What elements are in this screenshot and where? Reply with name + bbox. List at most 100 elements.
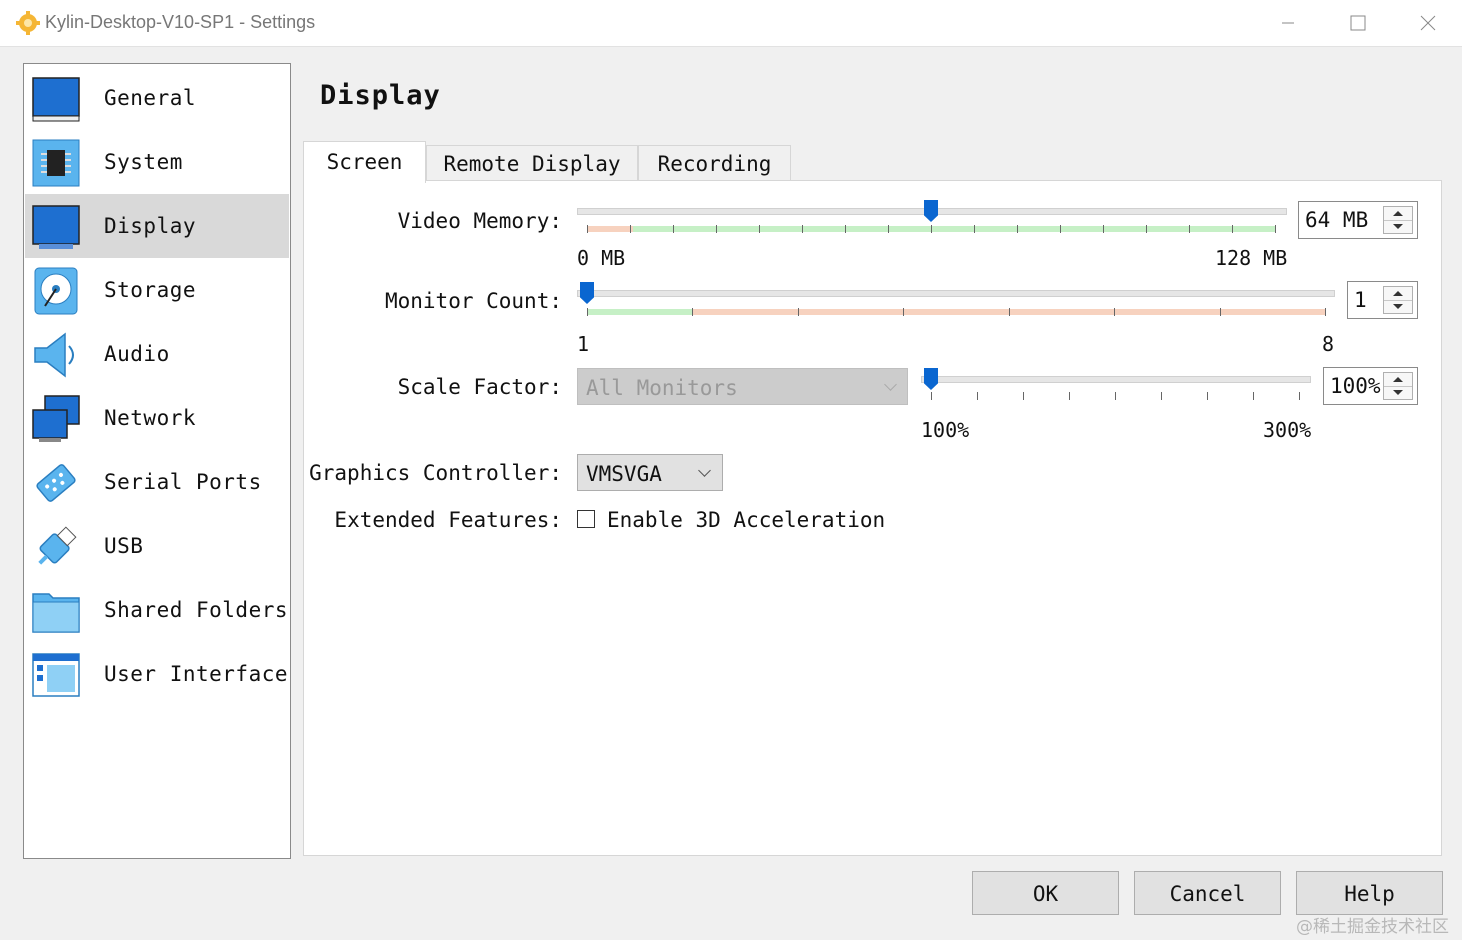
scale-factor-value: 100% — [1330, 374, 1381, 398]
sidebar-item-audio[interactable]: Audio — [25, 322, 289, 386]
arrow-up-icon — [1393, 211, 1403, 216]
user-interface-icon — [32, 653, 80, 697]
sidebar-item-label: Shared Folders — [104, 598, 289, 622]
video-memory-increase-button[interactable] — [1384, 207, 1412, 221]
minimize-icon[interactable] — [1268, 8, 1308, 38]
arrow-down-icon — [1393, 304, 1403, 309]
slider-tick — [1232, 225, 1233, 233]
slider-tick — [1069, 392, 1070, 400]
slider-tick — [1253, 392, 1254, 400]
video-memory-spinbox[interactable]: 64 MB — [1298, 201, 1418, 239]
sidebar-item-label: USB — [104, 534, 144, 558]
monitor-count-spinbox[interactable]: 1 — [1347, 281, 1418, 319]
sidebar-item-serial-ports[interactable]: Serial Ports — [25, 450, 289, 514]
slider-tick — [1008, 308, 1010, 316]
monitor-count-decrease-button[interactable] — [1384, 300, 1412, 313]
tab-remote-display[interactable]: Remote Display — [426, 145, 638, 181]
ok-button[interactable]: OK — [972, 871, 1119, 915]
scale-factor-spinbox[interactable]: 100% — [1323, 367, 1418, 405]
slider-tick — [1060, 225, 1061, 233]
slider-tick — [797, 308, 799, 316]
slider-tick — [977, 392, 978, 400]
slider-tick — [903, 308, 905, 316]
slider-tick — [1103, 225, 1104, 233]
video-memory-slider-thumb[interactable] — [924, 200, 938, 222]
slider-tick — [587, 225, 588, 233]
slider-tick — [587, 308, 588, 316]
video-memory-label: Video Memory: — [397, 209, 562, 233]
scale-factor-min-label: 100% — [921, 418, 970, 442]
page-title: Display — [320, 80, 441, 111]
slider-tick — [1017, 225, 1018, 233]
video-memory-min-label: 0 MB — [577, 246, 626, 270]
slider-tick — [716, 225, 717, 233]
scale-factor-label: Scale Factor: — [397, 375, 562, 399]
graphics-controller-select[interactable]: VMSVGA — [577, 454, 723, 491]
slider-tick — [1115, 392, 1116, 400]
monitor-count-increase-button[interactable] — [1384, 287, 1412, 301]
close-icon[interactable] — [1408, 8, 1448, 38]
scale-factor-slider[interactable] — [921, 368, 1311, 408]
slider-tick — [1146, 225, 1147, 233]
tab-screen[interactable]: Screen — [303, 141, 426, 183]
storage-disk-icon — [34, 267, 78, 315]
sidebar-item-storage[interactable]: Storage — [25, 258, 289, 322]
arrow-down-icon — [1393, 224, 1403, 229]
slider-tick — [931, 225, 932, 233]
slider-tick — [1299, 392, 1300, 400]
scale-monitor-select: All Monitors — [577, 368, 908, 405]
virtualbox-gear-icon — [16, 11, 40, 35]
shared-folder-icon — [32, 593, 80, 633]
enable-3d-acceleration-checkbox[interactable] — [577, 510, 595, 528]
slider-tick — [974, 225, 975, 233]
slider-tick — [1207, 392, 1208, 400]
general-icon — [32, 77, 80, 122]
sidebar-item-label: System — [104, 150, 183, 174]
sidebar-item-label: Audio — [104, 342, 170, 366]
arrow-up-icon — [1393, 291, 1403, 296]
extended-features-label: Extended Features: — [334, 508, 562, 532]
watermark: @稀土掘金技术社区 — [1296, 917, 1449, 937]
monitor-count-label: Monitor Count: — [384, 289, 562, 313]
slider-tick — [692, 308, 694, 316]
scale-factor-decrease-button[interactable] — [1384, 386, 1412, 399]
title-bar: Kylin-Desktop-V10-SP1 - Settings — [0, 0, 1462, 47]
sidebar-item-label: Network — [104, 406, 197, 430]
window-title: Kylin-Desktop-V10-SP1 - Settings — [45, 12, 316, 32]
help-button[interactable]: Help — [1296, 871, 1443, 915]
video-memory-max-label: 128 MB — [1215, 246, 1288, 270]
video-memory-decrease-button[interactable] — [1384, 220, 1412, 233]
monitor-count-slider-thumb[interactable] — [580, 282, 594, 304]
maximize-icon[interactable] — [1338, 8, 1378, 38]
sidebar-item-system[interactable]: System — [25, 130, 289, 194]
slider-tick — [1023, 392, 1024, 400]
cancel-button[interactable]: Cancel — [1134, 871, 1281, 915]
scale-factor-increase-button[interactable] — [1384, 373, 1412, 387]
sidebar-item-user-interface[interactable]: User Interface — [25, 642, 289, 706]
scale-factor-slider-thumb[interactable] — [924, 368, 938, 390]
sidebar-item-general[interactable]: General — [25, 66, 289, 130]
sidebar-item-shared-folders[interactable]: Shared Folders — [25, 578, 289, 642]
sidebar-item-display[interactable]: Display — [25, 194, 289, 258]
monitor-count-slider[interactable] — [577, 282, 1335, 322]
video-memory-value: 64 MB — [1305, 208, 1369, 232]
enable-3d-acceleration-label[interactable]: Enable 3D Acceleration — [607, 508, 885, 532]
display-monitor-icon — [32, 205, 80, 249]
scale-monitor-select-value: All Monitors — [586, 376, 738, 400]
chevron-down-icon — [884, 378, 897, 391]
sidebar-item-network[interactable]: Network — [25, 386, 289, 450]
monitor-count-min-label: 1 — [577, 332, 590, 356]
tab-recording[interactable]: Recording — [638, 145, 791, 181]
slider-tick — [802, 225, 803, 233]
sidebar-item-label: Storage — [104, 278, 197, 302]
sidebar-item-label: Serial Ports — [104, 470, 262, 494]
network-icon — [32, 395, 80, 442]
monitor-count-value: 1 — [1354, 288, 1367, 312]
sidebar-item-usb[interactable]: USB — [25, 514, 289, 578]
graphics-controller-label: Graphics Controller: — [309, 461, 562, 485]
scale-factor-max-label: 300% — [1263, 418, 1312, 442]
slider-tick — [1219, 308, 1221, 316]
slider-tick — [1161, 392, 1162, 400]
sidebar-item-label: User Interface — [104, 662, 289, 686]
video-memory-slider[interactable] — [577, 200, 1287, 240]
